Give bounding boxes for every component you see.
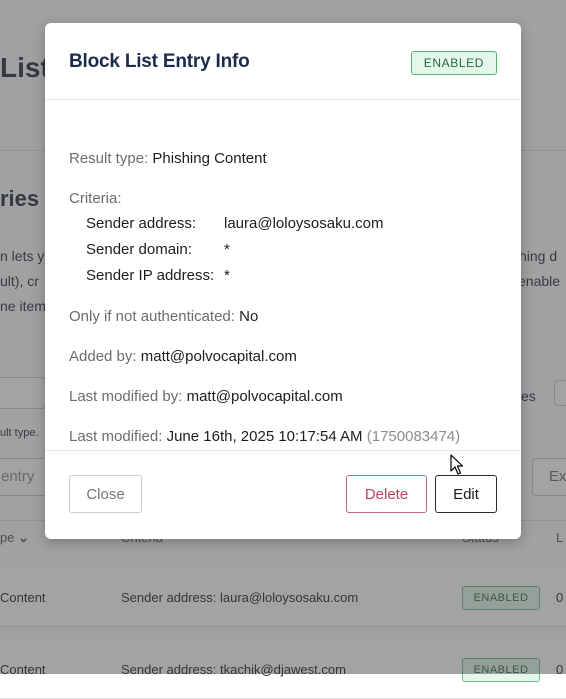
criteria-sender-address: Sender address: laura@loloysosaku.com xyxy=(86,215,384,232)
criteria-sender-domain: Sender domain: * xyxy=(86,241,230,258)
auth-row: Only if not authenticated: No xyxy=(69,308,259,325)
status-badge: ENABLED xyxy=(410,51,497,75)
last-modified-row: Last modified: June 16th, 2025 10:17:54 … xyxy=(69,428,461,445)
mouse-cursor-icon xyxy=(450,454,464,475)
footer-divider xyxy=(45,450,521,451)
modified-by-row: Last modified by: matt@polvocapital.com xyxy=(69,388,343,405)
edit-button[interactable]: Edit xyxy=(435,475,497,513)
modal-header: Block List Entry Info ENABLED xyxy=(45,23,521,100)
delete-button[interactable]: Delete xyxy=(346,475,427,513)
criteria-sender-ip: Sender IP address: * xyxy=(86,267,230,284)
criteria-label: Criteria: xyxy=(69,190,122,207)
result-type-label: Result type: xyxy=(69,150,149,167)
result-type-row: Result type: Phishing Content xyxy=(69,150,267,167)
added-by-row: Added by: matt@polvocapital.com xyxy=(69,348,297,365)
close-button[interactable]: Close xyxy=(69,475,142,513)
modal-title: Block List Entry Info xyxy=(69,51,250,72)
modified-epoch: (1750083474) xyxy=(366,428,461,445)
result-type-value: Phishing Content xyxy=(152,150,267,167)
